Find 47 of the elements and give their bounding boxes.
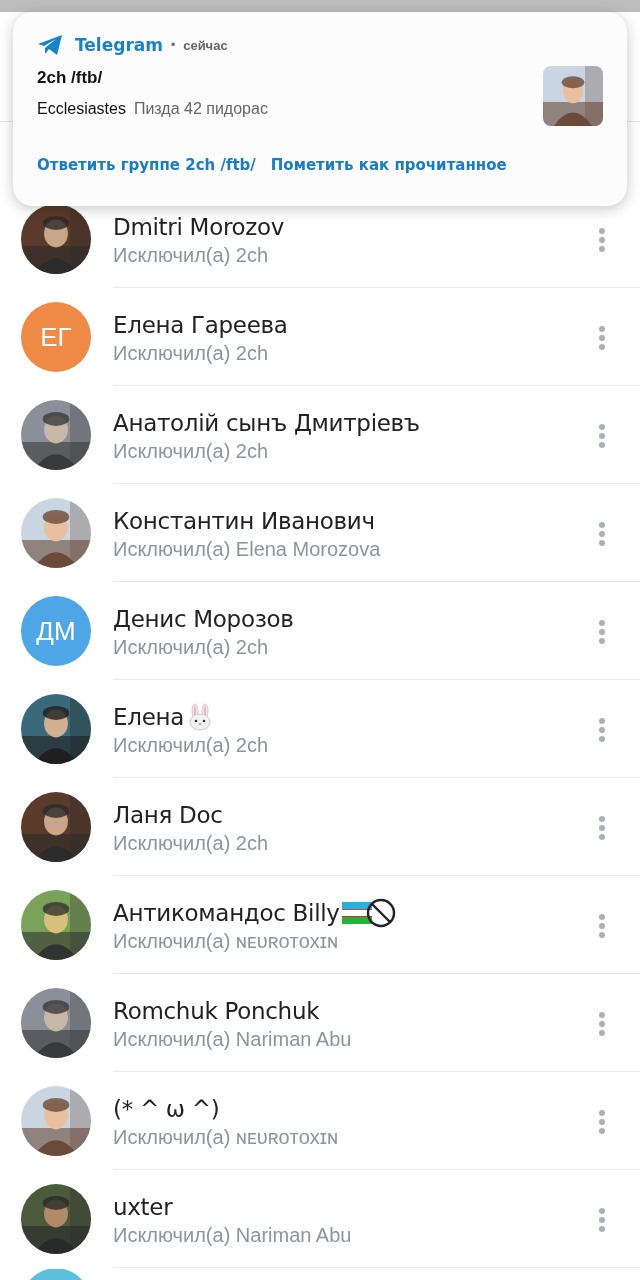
more-icon[interactable] [598,1109,606,1135]
member-name: Антикомандос Billy [113,900,340,926]
member-status: Исключил(а) 2ch [113,832,270,855]
action-link[interactable]: Пометить как прочитанное [270,156,507,174]
message-text: Пизда 42 пидорас [133,100,268,118]
more-icon[interactable] [598,521,606,547]
member-status: Исключил(а) Elena Morozova [113,538,382,561]
action-link[interactable]: Ответить группе 2ch /ftb/ [37,156,256,174]
member-name: uxter [113,1194,173,1220]
more-icon[interactable] [598,815,606,841]
member-status: Исключил(а) 2ch [113,734,270,757]
member-status: Исключил(а) 2ch [113,636,270,659]
more-icon[interactable] [598,325,606,351]
avatar: ЕГ [21,302,91,372]
member-name: (* ^ ω ^) [113,1096,220,1122]
member-name: Dmitri Morozov [113,214,285,240]
member-status: Исключил(а) Nariman Abu [113,1224,353,1247]
more-icon[interactable] [598,423,606,449]
flag-icon [341,902,372,924]
sender-name: Ecclesiastes [37,100,126,118]
member-status: Исключил(а) ɴᴇᴜʀᴏᴛᴏxɪɴ [113,930,340,953]
separator: • [170,38,176,52]
member-name: Константин Иванович [113,508,375,534]
more-icon[interactable] [598,717,606,743]
more-icon[interactable] [598,913,606,939]
member-status: Исключил(а) 2ch [113,440,270,463]
avatar: ДМ [21,596,91,666]
notification-title: 2ch /ftb/ [37,68,104,88]
more-icon[interactable] [598,1011,606,1037]
member-status: Исключил(а) Nariman Abu [113,1028,353,1051]
member-name: Romchuk Ponchuk [113,998,320,1024]
member-status: Исключил(а) ɴᴇᴜʀᴏᴛᴏxɪɴ [113,1126,340,1149]
app-name: Telegram [75,35,163,55]
more-icon[interactable] [598,1207,606,1233]
notification-time: сейчас [183,37,228,53]
member-name: Ланя Doc [113,802,223,828]
member-status: Исключил(а) 2ch [113,342,270,365]
member-name: Денис Морозов [113,606,294,632]
rabbit-icon [186,703,214,731]
member-name: Елена Гареева [113,312,288,338]
member-name: Анатолій сынъ Дмитріевъ [113,410,420,436]
telegram-logo-icon [37,34,63,56]
member-name: Елена [113,704,184,730]
member-status: Исключил(а) 2ch [113,244,270,267]
more-icon[interactable] [598,227,606,253]
more-icon[interactable] [598,619,606,645]
prohibited-icon [365,898,396,928]
